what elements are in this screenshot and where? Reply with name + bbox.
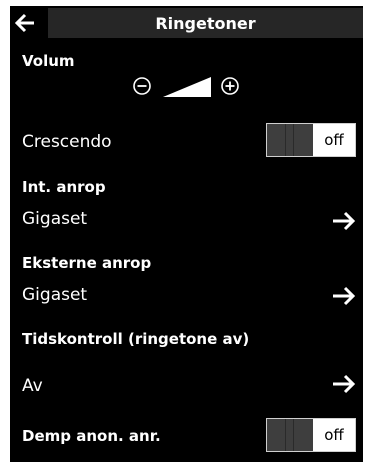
volume-heading: Volum [22, 52, 75, 70]
ringtones-screen: Ringetoner Volum Crescendo off Int. anro… [10, 6, 363, 462]
arrow-left-icon [14, 13, 34, 33]
time-control-heading: Tidskontroll (ringetone av) [22, 330, 250, 348]
internal-calls-heading: Int. anrop [22, 178, 106, 196]
arrow-right-icon[interactable] [331, 285, 357, 307]
suppress-anonymous-toggle[interactable]: off [266, 418, 356, 452]
time-control-value: Av [22, 376, 43, 396]
internal-calls-value: Gigaset [22, 209, 88, 229]
external-calls-heading: Eksterne anrop [22, 254, 152, 272]
toggle-state: off [313, 419, 355, 451]
suppress-anonymous-heading: Demp anon. anr. [22, 427, 161, 445]
external-calls-value: Gigaset [22, 285, 88, 305]
volume-level-indicator[interactable] [163, 76, 211, 98]
page-title: Ringetoner [48, 8, 363, 38]
toggle-knob [267, 124, 313, 156]
toggle-knob [267, 419, 313, 451]
toggle-state: off [313, 124, 355, 156]
arrow-right-icon[interactable] [331, 210, 357, 232]
arrow-right-icon[interactable] [331, 373, 357, 395]
header: Ringetoner [10, 6, 363, 40]
crescendo-label: Crescendo [22, 132, 112, 152]
crescendo-toggle[interactable]: off [266, 123, 356, 157]
back-button[interactable] [10, 8, 40, 38]
plus-circle-icon[interactable] [220, 76, 240, 96]
minus-circle-icon[interactable] [132, 76, 152, 96]
